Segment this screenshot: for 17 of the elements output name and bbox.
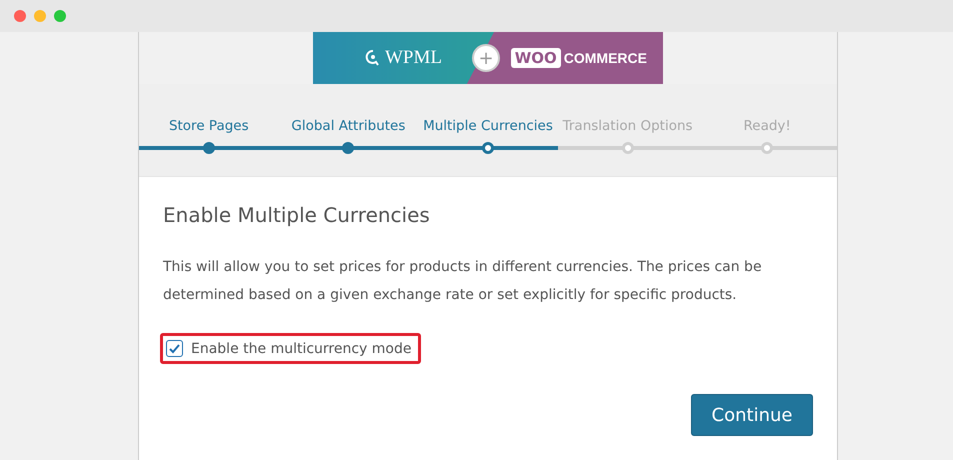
continue-button[interactable]: Continue bbox=[691, 394, 813, 436]
logo-mark: WOO bbox=[510, 48, 561, 68]
logo-text: COMMERCE bbox=[564, 50, 647, 66]
step-label: Ready! bbox=[744, 118, 791, 134]
close-icon[interactable] bbox=[14, 10, 26, 22]
logo-icon bbox=[365, 49, 381, 67]
step-label: Multiple Currencies bbox=[423, 118, 553, 134]
checkbox[interactable] bbox=[166, 340, 183, 357]
step-label: Global Attributes bbox=[291, 118, 406, 134]
section-heading: Enable Multiple Currencies bbox=[163, 203, 431, 227]
checkbox-option[interactable]: Enable the multicurrency mode bbox=[160, 333, 420, 364]
logo-text: WPML bbox=[385, 47, 442, 69]
description-text: This will allow you to set prices for products in different currencies. The prices can be determined based on a given exchange rate or set explicitly for specific products. bbox=[163, 258, 763, 305]
maximize-icon[interactable] bbox=[54, 10, 66, 22]
minimize-icon[interactable] bbox=[34, 10, 46, 22]
step-label: Store Pages bbox=[168, 118, 249, 134]
step-label: Translation Options bbox=[562, 118, 693, 134]
